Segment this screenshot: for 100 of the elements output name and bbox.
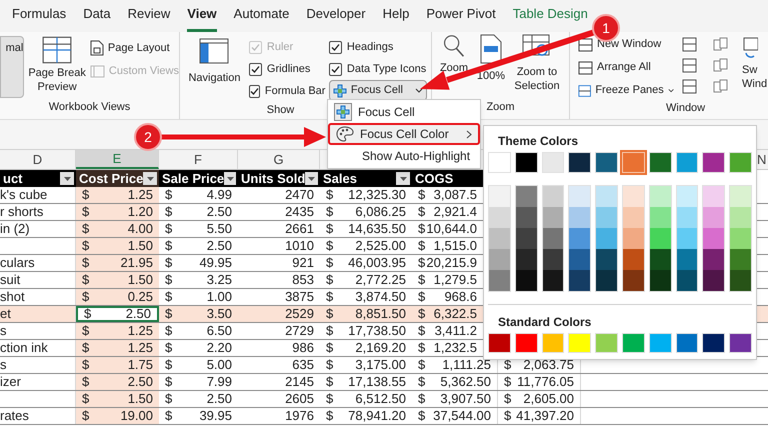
color-swatch[interactable] [703,186,724,207]
color-swatch[interactable] [488,152,511,173]
zoom-100-button[interactable]: 100% [475,34,507,99]
color-swatch[interactable] [648,333,672,353]
color-swatch[interactable] [676,249,698,270]
filter-button[interactable] [143,172,157,185]
filter-button[interactable] [60,172,74,185]
color-swatch[interactable] [568,333,592,353]
ribbon-tab[interactable]: Data [83,4,111,32]
color-swatch[interactable] [542,333,564,353]
color-swatch[interactable] [569,228,590,249]
color-swatch[interactable] [729,152,752,173]
color-swatch[interactable] [569,270,590,291]
color-swatch[interactable] [596,207,617,228]
color-swatch[interactable] [676,270,698,291]
color-swatch[interactable] [596,249,617,270]
checkbox[interactable] [248,84,260,98]
color-swatch[interactable] [622,249,644,270]
arrange-all-button[interactable]: Arrange All [578,58,674,77]
color-swatch[interactable] [703,228,724,249]
color-swatch[interactable] [569,207,590,228]
color-swatch[interactable] [650,186,671,207]
color-swatch[interactable] [489,186,510,207]
color-swatch[interactable] [569,186,590,207]
color-swatch[interactable] [650,270,671,291]
color-swatch[interactable] [730,228,751,249]
color-swatch[interactable] [488,333,511,353]
color-swatch[interactable] [676,152,698,173]
menu-item[interactable]: Show Auto-Highlight [328,145,480,167]
color-swatch[interactable] [514,152,538,173]
filter-button[interactable] [305,172,318,185]
color-swatch[interactable] [596,228,617,249]
color-swatch[interactable] [650,249,671,270]
checkbox[interactable] [328,40,342,54]
color-swatch[interactable] [542,207,564,228]
focus-cell-button[interactable]: Focus Cell [328,80,427,101]
color-swatch[interactable] [650,207,671,228]
checkbox[interactable] [328,62,342,76]
color-swatch[interactable] [542,228,564,249]
color-swatch[interactable] [489,207,510,228]
window-layout-icon[interactable] [682,79,697,94]
color-swatch[interactable] [676,228,698,249]
window-layout-icon[interactable] [682,58,697,73]
page-pair-icon[interactable] [713,37,728,52]
color-swatch[interactable] [730,207,751,228]
page-pair-icon[interactable] [713,58,728,73]
page-pair-icon[interactable] [713,79,728,94]
navigation-button[interactable]: Navigation [186,36,243,102]
zoom-button[interactable]: Zoom [436,34,472,76]
switch-windows-button[interactable]: Sw Wind [736,35,768,100]
color-swatch[interactable] [514,333,538,353]
color-swatch[interactable] [702,333,726,353]
color-swatch[interactable] [730,186,751,207]
filter-button[interactable] [224,172,236,185]
color-swatch[interactable] [703,207,724,228]
menu-item[interactable]: Focus Cell Color [328,123,480,145]
color-swatch[interactable] [542,152,564,173]
color-swatch[interactable] [702,152,726,173]
color-swatch[interactable] [703,270,724,291]
ribbon-tab[interactable]: Automate [234,4,290,32]
color-swatch[interactable] [676,186,698,207]
ribbon-tab[interactable]: Table Design [512,4,588,32]
column-header[interactable]: G [238,150,320,169]
color-swatch[interactable] [622,207,644,228]
color-swatch[interactable] [650,228,671,249]
color-swatch[interactable] [622,333,645,353]
color-swatch[interactable] [569,249,590,270]
column-header[interactable]: E [76,150,159,169]
color-swatch[interactable] [596,186,617,207]
window-layout-icon[interactable] [682,37,697,52]
color-swatch[interactable] [516,270,537,291]
color-swatch[interactable] [542,186,564,207]
color-swatch[interactable] [542,270,564,291]
color-swatch[interactable] [516,186,537,207]
checkbox[interactable] [248,62,262,76]
color-swatch[interactable] [489,249,510,270]
color-swatch[interactable] [516,228,537,249]
freeze-panes-button[interactable]: Freeze Panes [578,81,674,100]
color-swatch[interactable] [730,270,751,291]
color-swatch[interactable] [489,270,510,291]
ribbon-tab[interactable]: Power Pivot [426,4,496,32]
ribbon-tab[interactable]: Developer [306,4,366,32]
menu-item[interactable]: Focus Cell [328,101,480,123]
color-swatch[interactable] [622,228,644,249]
color-swatch[interactable] [542,249,564,270]
ribbon-tab[interactable]: Help [382,4,410,32]
color-swatch[interactable] [622,270,644,291]
zoom-to-selection-button[interactable]: Zoom to Selection [510,34,564,99]
color-swatch[interactable] [595,152,618,173]
column-header[interactable]: F [159,150,238,169]
ribbon-tab[interactable]: Review [128,4,170,32]
ribbon-tab[interactable]: Formulas [12,4,66,32]
color-swatch[interactable] [729,333,752,353]
color-swatch[interactable] [622,152,645,173]
color-swatch[interactable] [703,249,724,270]
color-swatch[interactable] [516,249,537,270]
color-swatch[interactable] [489,228,510,249]
color-swatch[interactable] [676,207,698,228]
color-swatch[interactable] [730,249,751,270]
column-header[interactable]: N [757,150,768,169]
